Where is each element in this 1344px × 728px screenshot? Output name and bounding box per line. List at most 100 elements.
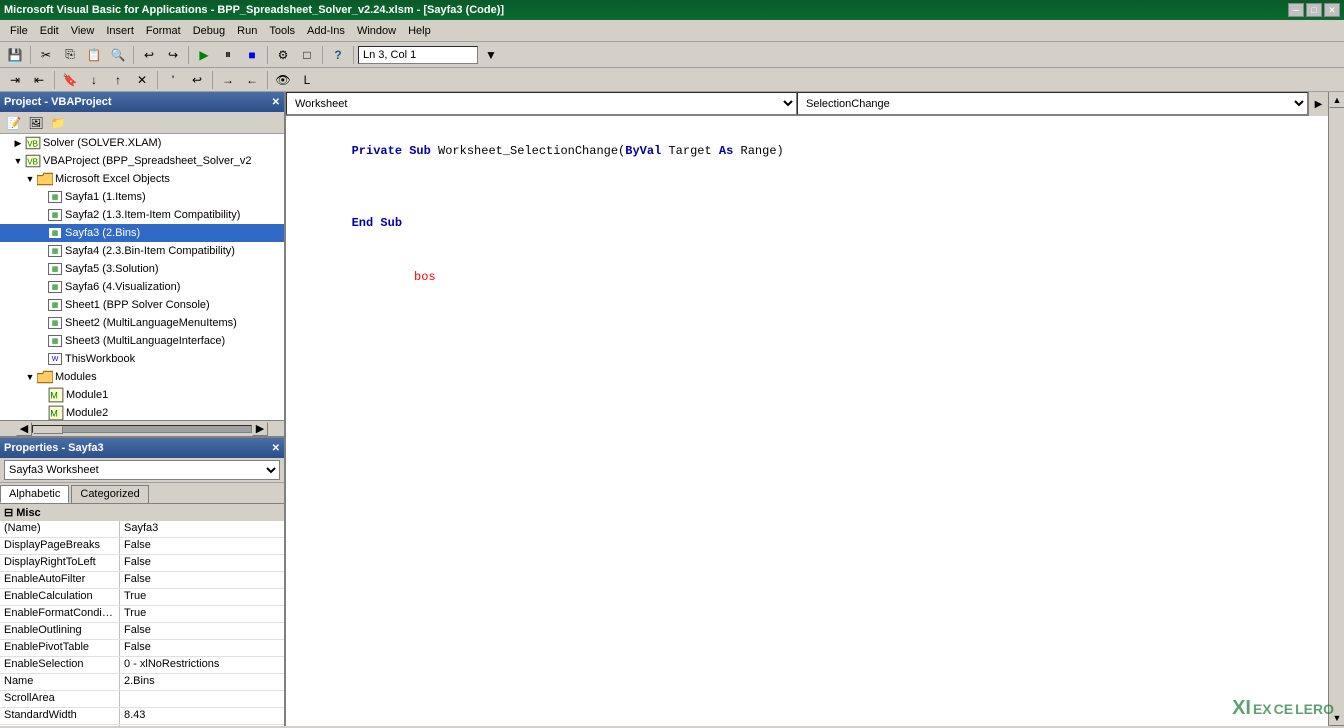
tree-excel-objects-folder[interactable]: ▼ Microsoft Excel Objects xyxy=(0,170,284,188)
project-close-btn[interactable]: ✕ xyxy=(272,97,280,108)
tree-sayfa3[interactable]: ▦ Sayfa3 (2.Bins) xyxy=(0,224,284,242)
menu-item-help[interactable]: Help xyxy=(402,23,437,39)
find-icon[interactable]: 🔍 xyxy=(107,45,129,65)
procedure-select-dropdown[interactable]: SelectionChange xyxy=(797,92,1308,115)
close-btn[interactable]: ✕ xyxy=(1324,3,1340,17)
watermark-logo-icon: XI xyxy=(1232,697,1251,720)
expand-excel-icon[interactable]: ▼ xyxy=(24,173,36,185)
scroll-up-btn[interactable]: ▲ xyxy=(1329,92,1344,108)
scroll-left-btn[interactable]: ◀ xyxy=(16,422,32,436)
scroll-thumb[interactable] xyxy=(33,426,63,434)
menu-item-debug[interactable]: Debug xyxy=(187,23,231,39)
tree-thisworkbook[interactable]: W ThisWorkbook xyxy=(0,350,284,368)
design-mode-icon[interactable]: ⚙ xyxy=(272,45,294,65)
indent2-icon[interactable]: → xyxy=(217,70,239,90)
left-panel: Project - VBAProject ✕ 📝 🖼 📁 ▶ VB Solver… xyxy=(0,92,286,726)
tab-categorized[interactable]: Categorized xyxy=(71,485,148,503)
properties-close-btn[interactable]: ✕ xyxy=(272,443,280,454)
copy-icon[interactable]: ⎘ xyxy=(59,45,81,65)
tree-solver-label: Solver (SOLVER.XLAM) xyxy=(43,137,161,149)
prop-label-standardwidth: StandardWidth xyxy=(0,708,120,724)
prev-bookmark-icon[interactable]: ↑ xyxy=(107,70,129,90)
stop-btn[interactable]: ■ xyxy=(241,45,263,65)
prop-row-enablepivottable: EnablePivotTable False xyxy=(0,640,284,657)
code-scroll-right-btn[interactable]: ▶ xyxy=(1308,92,1328,116)
menu-item-tools[interactable]: Tools xyxy=(263,23,301,39)
tree-sheet2[interactable]: ▦ Sheet2 (MultiLanguageMenuItems) xyxy=(0,314,284,332)
tree-modules-label: Modules xyxy=(55,371,97,383)
pause-btn[interactable]: ⏸ xyxy=(217,45,239,65)
tree-sayfa4[interactable]: ▦ Sayfa4 (2.3.Bin-Item Compatibility) xyxy=(0,242,284,260)
locals-icon[interactable]: L xyxy=(296,70,318,90)
minimize-btn[interactable]: ─ xyxy=(1288,3,1304,17)
svg-text:M: M xyxy=(50,390,58,400)
clear-bookmarks-icon[interactable]: ✕ xyxy=(131,70,153,90)
scroll-thumb-vert[interactable] xyxy=(1329,108,1344,710)
right-scrollbar[interactable]: ▲ ▼ xyxy=(1328,92,1344,726)
menu-item-window[interactable]: Window xyxy=(351,23,402,39)
help-icon[interactable]: ? xyxy=(327,45,349,65)
expand-vba-icon[interactable]: ▼ xyxy=(12,155,24,167)
project-header: Project - VBAProject ✕ xyxy=(0,92,284,112)
tree-vbaproject-root[interactable]: ▼ VB VBAProject (BPP_Spreadsheet_Solver_… xyxy=(0,152,284,170)
redo-icon[interactable]: ↪ xyxy=(162,45,184,65)
tree-module2[interactable]: M Module2 xyxy=(0,404,284,420)
indent-btn[interactable]: ⇥ xyxy=(4,70,26,90)
properties-header: Properties - Sayfa3 ✕ xyxy=(0,438,284,458)
tree-module1[interactable]: M Module1 xyxy=(0,386,284,404)
tree-sayfa1[interactable]: ▦ Sayfa1 (1.Items) xyxy=(0,188,284,206)
tree-sheet1[interactable]: ▦ Sheet1 (BPP Solver Console) xyxy=(0,296,284,314)
object-dropdown[interactable]: Sayfa3 Worksheet xyxy=(4,460,280,480)
toggle-bookmark-icon[interactable]: 🔖 xyxy=(59,70,81,90)
tree-sayfa6[interactable]: ▦ Sayfa6 (4.Visualization) xyxy=(0,278,284,296)
outdent-btn[interactable]: ⇤ xyxy=(28,70,50,90)
comment-block-icon[interactable]: ' xyxy=(162,70,184,90)
prop-val-enablecalculation: True xyxy=(120,589,284,605)
cut-icon[interactable]: ✂ xyxy=(35,45,57,65)
sep9 xyxy=(212,71,213,89)
prop-row-displayrighttoleft: DisplayRightToLeft False xyxy=(0,555,284,572)
object-select-dropdown[interactable]: Worksheet xyxy=(286,92,797,115)
watch-icon[interactable]: 👁 xyxy=(272,70,294,90)
paste-icon[interactable]: 📋 xyxy=(83,45,105,65)
tree-solver-root[interactable]: ▶ VB Solver (SOLVER.XLAM) xyxy=(0,134,284,152)
run-btn[interactable]: ▶ xyxy=(193,45,215,65)
tree-sheet3[interactable]: ▦ Sheet3 (MultiLanguageInterface) xyxy=(0,332,284,350)
tree-modules-folder[interactable]: ▼ Modules xyxy=(0,368,284,386)
code-editor[interactable]: Private Sub Worksheet_SelectionChange(By… xyxy=(286,116,1328,726)
menu-item-run[interactable]: Run xyxy=(231,23,263,39)
save-icon[interactable]: 💾 xyxy=(4,45,26,65)
prop-row-name: (Name) Sayfa3 xyxy=(0,521,284,538)
title-text: Microsoft Visual Basic for Applications … xyxy=(4,4,504,16)
userform-icon[interactable]: □ xyxy=(296,45,318,65)
tab-alphabetic[interactable]: Alphabetic xyxy=(0,485,69,503)
properties-panel: Properties - Sayfa3 ✕ Sayfa3 Worksheet A… xyxy=(0,436,284,726)
bos-text: bos xyxy=(414,270,436,284)
dropdown-arrow-icon[interactable]: ▼ xyxy=(480,45,502,65)
menu-item-view[interactable]: View xyxy=(65,23,101,39)
project-panel: Project - VBAProject ✕ 📝 🖼 📁 ▶ VB Solver… xyxy=(0,92,284,436)
undo-icon[interactable]: ↩ xyxy=(138,45,160,65)
toggle-folders-btn[interactable]: 📁 xyxy=(48,114,68,132)
menu-item-addins[interactable]: Add-Ins xyxy=(301,23,351,39)
next-bookmark-icon[interactable]: ↓ xyxy=(83,70,105,90)
menu-item-edit[interactable]: Edit xyxy=(34,23,65,39)
scroll-right-btn[interactable]: ▶ xyxy=(252,422,268,436)
menu-item-format[interactable]: Format xyxy=(140,23,187,39)
properties-object-selector: Sayfa3 Worksheet xyxy=(0,458,284,483)
prop-val-displaypagebreaks: False xyxy=(120,538,284,554)
menu-item-insert[interactable]: Insert xyxy=(100,23,140,39)
view-object-btn[interactable]: 🖼 xyxy=(26,114,46,132)
menu-item-file[interactable]: File xyxy=(4,23,34,39)
maximize-btn[interactable]: □ xyxy=(1306,3,1322,17)
sheet-icon-8: ▦ xyxy=(48,317,62,329)
expand-modules-icon[interactable]: ▼ xyxy=(24,371,36,383)
uncomment-block-icon[interactable]: ↩ xyxy=(186,70,208,90)
outdent2-icon[interactable]: ← xyxy=(241,70,263,90)
tree-sayfa2[interactable]: ▦ Sayfa2 (1.3.Item-Item Compatibility) xyxy=(0,206,284,224)
view-code-btn[interactable]: 📝 xyxy=(4,114,24,132)
horiz-scrollbar[interactable]: ◀ ▶ xyxy=(0,420,284,436)
tree-sayfa5[interactable]: ▦ Sayfa5 (3.Solution) xyxy=(0,260,284,278)
expand-icon[interactable]: ▶ xyxy=(12,137,24,149)
sheet-icon-7: ▦ xyxy=(48,299,62,311)
